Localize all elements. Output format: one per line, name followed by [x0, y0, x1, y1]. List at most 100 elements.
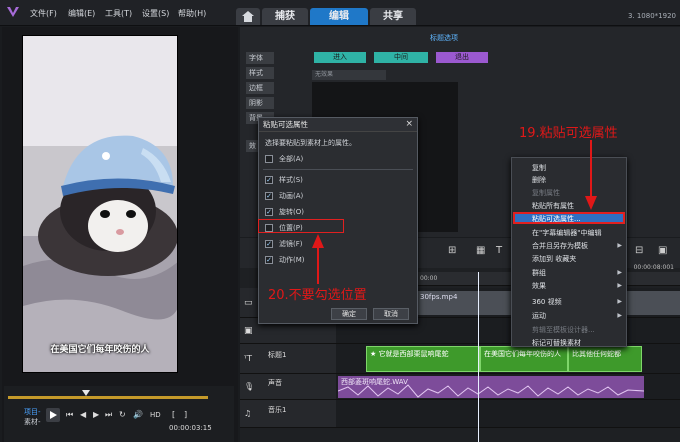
- play-icon: [50, 411, 57, 419]
- side-tab-style[interactable]: 样式: [246, 67, 274, 79]
- title-icon[interactable]: T: [496, 245, 502, 256]
- checkbox-motion[interactable]: ✓: [265, 255, 273, 264]
- play-button[interactable]: [46, 408, 60, 422]
- split-icon[interactable]: ⊞: [448, 245, 456, 256]
- menu-help[interactable]: 帮助(H): [178, 8, 206, 19]
- option-motion[interactable]: ✓ 动作(M): [265, 254, 305, 265]
- home-tab[interactable]: [236, 8, 260, 25]
- annotation-arrow-up: [312, 234, 324, 284]
- preview-subtitle: 在美国它们每年咬伤的人: [50, 345, 150, 355]
- ok-button[interactable]: 确定: [331, 308, 367, 320]
- mark-out-icon[interactable]: ]: [184, 410, 187, 419]
- side-tab-border[interactable]: 边框: [246, 82, 274, 94]
- video-clip-label: 30fps.mp4: [420, 293, 458, 301]
- annotation-arrow-down: [585, 140, 597, 210]
- timecode-display[interactable]: 00:00:03:15: [169, 424, 212, 432]
- menu-item-copy-attributes: 复制属性: [532, 189, 560, 197]
- music-track[interactable]: [336, 400, 680, 428]
- playback-controls: 项目- 素材- ⏮ ◀ ▶ ⏭ ↻ 🔊 HD [ ] 00:00:03:15: [4, 386, 234, 442]
- side-tab-shadow[interactable]: 阴影: [246, 97, 274, 109]
- option-animation-label: 动画(A): [279, 191, 304, 200]
- overlay-track-icon: ▣: [244, 326, 253, 336]
- dialog-prompt: 选择要粘贴到素材上的属性。: [265, 139, 356, 147]
- position-highlight-box: [258, 219, 344, 233]
- menu-item-mark-replaceable[interactable]: 标记可替换素材: [532, 338, 581, 348]
- menu-item-360-video[interactable]: 360 视频: [532, 297, 562, 307]
- project-mode-label[interactable]: 项目-: [24, 407, 41, 417]
- clip-mode-label[interactable]: 素材-: [24, 417, 41, 427]
- arrange-icon[interactable]: ▦: [476, 245, 485, 256]
- option-all[interactable]: 全部(A): [265, 153, 303, 164]
- menu-item-group[interactable]: 群组: [532, 268, 546, 278]
- voice-track-header[interactable]: 🎙 声音: [240, 374, 336, 400]
- timeline-view-icon[interactable]: ▣: [658, 245, 667, 256]
- hd-toggle[interactable]: HD: [150, 411, 161, 419]
- title-track[interactable]: ★ 它就是西部栗鼠响尾蛇 在美国它们每年咬伤的人 比其他任何蛇都: [336, 344, 680, 374]
- voice-track-icon: 🎙: [244, 382, 255, 391]
- menu-item-copy[interactable]: 复制: [532, 163, 546, 173]
- volume-icon[interactable]: 🔊: [133, 410, 143, 419]
- preview-image: [22, 35, 178, 373]
- menu-item-edit-in-title-editor[interactable]: 在"字幕编辑器"中编辑: [532, 228, 601, 238]
- option-animation[interactable]: ✓ 动画(A): [265, 190, 303, 201]
- menu-item-paste-selected-attributes[interactable]: 粘贴可选属性...: [532, 214, 581, 224]
- checkbox-style[interactable]: ✓: [265, 175, 273, 184]
- timeline-playhead[interactable]: [478, 272, 479, 442]
- title-clip[interactable]: ★ 它就是西部栗鼠响尾蛇: [366, 346, 480, 372]
- option-rotation[interactable]: ✓ 旋转(O): [265, 206, 304, 217]
- submenu-arrow-icon: ▶: [617, 242, 622, 249]
- enter-button[interactable]: 进入: [314, 52, 366, 63]
- title-clip-label: 它就是西部栗鼠响尾蛇: [378, 350, 449, 358]
- menu-tools[interactable]: 工具(T): [105, 8, 132, 19]
- project-aspect-label: 3. 1080*1920: [627, 12, 676, 20]
- go-end-icon[interactable]: ⏭: [105, 410, 112, 420]
- middle-button[interactable]: 中间: [374, 52, 428, 63]
- close-icon[interactable]: ×: [405, 119, 413, 129]
- checkbox-all[interactable]: [265, 154, 273, 163]
- menu-settings[interactable]: 设置(S): [142, 8, 169, 19]
- voice-track[interactable]: 西部菱斑响尾蛇.WAV: [336, 374, 680, 400]
- tab-capture[interactable]: 捕获: [262, 8, 308, 25]
- submenu-arrow-icon: ▶: [617, 312, 622, 319]
- option-filter[interactable]: ✓ 滤镜(F): [265, 238, 303, 249]
- music-track-icon: ♫: [244, 409, 252, 418]
- checkbox-rotation[interactable]: ✓: [265, 207, 273, 216]
- cancel-button[interactable]: 取消: [373, 308, 409, 320]
- scrub-bar[interactable]: [8, 396, 208, 399]
- exit-button[interactable]: 退出: [436, 52, 488, 63]
- menu-item-paste-all-attributes[interactable]: 粘贴所有属性: [532, 201, 574, 211]
- menu-file[interactable]: 文件(F): [30, 8, 57, 19]
- dialog-title-text: 粘贴可选属性: [263, 120, 308, 129]
- annotation-step20: 20.不要勾选位置: [268, 288, 367, 303]
- music-track-header[interactable]: ♫ 音乐1: [240, 400, 336, 428]
- go-start-icon[interactable]: ⏮: [66, 410, 73, 420]
- menu-item-motion[interactable]: 运动: [532, 311, 546, 321]
- prev-frame-icon[interactable]: ◀: [80, 410, 86, 419]
- menu-item-add-to-favorites[interactable]: 添加到 收藏夹: [532, 254, 576, 264]
- menu-item-delete[interactable]: 删除: [532, 175, 546, 185]
- menu-item-effects[interactable]: 效果: [532, 281, 546, 291]
- tab-edit[interactable]: 编辑: [310, 8, 368, 25]
- effect-dropdown[interactable]: 无效果: [312, 70, 386, 80]
- next-frame-icon[interactable]: ▶: [93, 410, 99, 419]
- zoom-fit-icon[interactable]: ⊟: [635, 245, 643, 256]
- checkbox-animation[interactable]: ✓: [265, 191, 273, 200]
- music-track-name: 音乐1: [268, 406, 287, 414]
- checkbox-filter[interactable]: ✓: [265, 239, 273, 248]
- menu-item-merge-save-template[interactable]: 合并且另存为模板: [532, 241, 588, 251]
- title-clip[interactable]: 在美国它们每年咬伤的人: [480, 346, 568, 372]
- option-filter-label: 滤镜(F): [279, 239, 303, 248]
- title-clip-label: 比其他任何蛇都: [572, 350, 621, 358]
- menu-edit[interactable]: 编辑(E): [68, 8, 95, 19]
- mark-in-icon[interactable]: [: [172, 410, 175, 419]
- side-tab-font[interactable]: 字体: [246, 52, 274, 64]
- tab-share[interactable]: 共享: [370, 8, 416, 25]
- submenu-arrow-icon: ▶: [617, 282, 622, 289]
- option-rotation-label: 旋转(O): [279, 207, 304, 216]
- option-style[interactable]: ✓ 样式(S): [265, 174, 303, 185]
- audio-clip[interactable]: 西部菱斑响尾蛇.WAV: [338, 376, 644, 398]
- repeat-icon[interactable]: ↻: [119, 410, 126, 419]
- title-clip[interactable]: 比其他任何蛇都: [568, 346, 642, 372]
- title-track-header[interactable]: ᵀT 标题1: [240, 344, 336, 374]
- dialog-divider: [263, 169, 413, 170]
